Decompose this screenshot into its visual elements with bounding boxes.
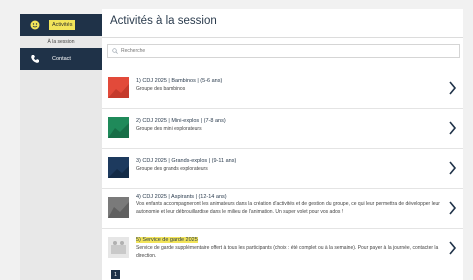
chevron-right-icon[interactable]	[448, 241, 457, 255]
activity-thumbnail	[108, 197, 129, 218]
activity-thumbnail	[108, 77, 129, 98]
sidebar-item-contact[interactable]: Contact	[20, 48, 102, 70]
activity-name[interactable]: 4) CDJ 2025 | Aspirants | (12-14 ans)	[136, 194, 227, 200]
sidebar-item-a-la-session[interactable]: À la session	[20, 36, 102, 48]
chevron-right-icon[interactable]	[448, 201, 457, 215]
smiley-icon	[30, 20, 40, 30]
list-item-activity[interactable]: 1) CDJ 2025 | Bambinos | (5-6 ans) Group…	[102, 69, 463, 109]
phone-icon	[30, 54, 40, 64]
sidebar-item-label: Contact	[52, 56, 71, 62]
pagination-page-button[interactable]: 1	[111, 270, 120, 279]
activity-thumbnail	[108, 237, 129, 258]
list-item-activity[interactable]: 5) Service de garde 2025 Service de gard…	[102, 229, 463, 269]
activity-description: Groupe des mini explorateurs	[136, 126, 202, 132]
chevron-right-icon[interactable]	[448, 81, 457, 95]
activity-name[interactable]: 3) CDJ 2025 | Grands-explos | (9-11 ans)	[136, 158, 236, 164]
activity-thumbnail	[108, 157, 129, 178]
chevron-right-icon[interactable]	[448, 121, 457, 135]
activity-description: Service de garde supplémentaire offert à…	[136, 245, 439, 259]
activity-name[interactable]: 5) Service de garde 2025	[136, 237, 198, 243]
list-item-activity[interactable]: 3) CDJ 2025 | Grands-explos | (9-11 ans)…	[102, 149, 463, 189]
sidebar-item-label: Activités	[49, 20, 76, 30]
sidebar-item-activites[interactable]: Activités	[20, 14, 102, 36]
main-panel: Activités à la session 1) CDJ 2025 | Bam…	[102, 9, 463, 280]
page-title: Activités à la session	[110, 15, 217, 27]
list-item-activity[interactable]: 2) CDJ 2025 | Mini-explos | (7-8 ans) Gr…	[102, 109, 463, 149]
activity-description: Groupe des bambinos	[136, 86, 186, 92]
search-box[interactable]	[107, 44, 460, 58]
sidebar: Activités À la session Contact	[20, 14, 102, 280]
list-item-activity[interactable]: 4) CDJ 2025 | Aspirants | (12-14 ans) Vo…	[102, 189, 463, 229]
activity-description: Vos enfants accompagneront les animateur…	[136, 201, 440, 215]
activity-thumbnail	[108, 117, 129, 138]
chevron-right-icon[interactable]	[448, 161, 457, 175]
activity-description: Groupe des grands explorateurs	[136, 166, 208, 172]
search-icon	[112, 48, 118, 54]
search-input[interactable]	[121, 48, 421, 54]
divider	[102, 37, 463, 38]
activity-name[interactable]: 1) CDJ 2025 | Bambinos | (5-6 ans)	[136, 78, 222, 84]
activity-name[interactable]: 2) CDJ 2025 | Mini-explos | (7-8 ans)	[136, 118, 226, 124]
